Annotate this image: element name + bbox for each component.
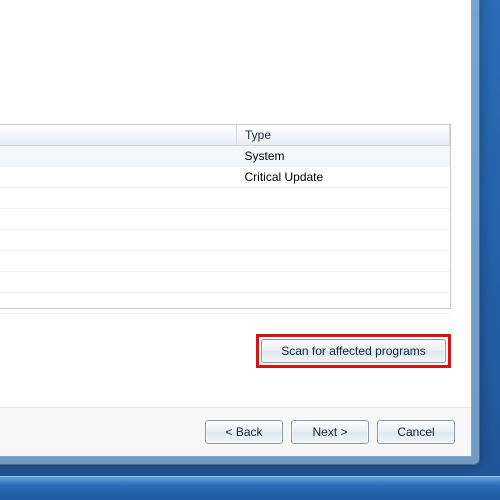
column-header-description[interactable]: Description	[0, 125, 236, 146]
scan-button-highlight: Scan for affected programs	[256, 334, 451, 368]
table-row-empty: .	[0, 230, 450, 251]
table-row[interactable]: Automatic Restore Point System	[0, 146, 450, 167]
wizard-page: How do I choose a restore point? :00 Des…	[0, 0, 471, 407]
table-row-empty: .	[0, 209, 450, 230]
next-button[interactable]: Next >	[291, 420, 369, 444]
column-header-type[interactable]: Type	[236, 125, 449, 146]
table-header-row[interactable]: Description Type	[0, 125, 450, 146]
window-client-area: How do I choose a restore point? :00 Des…	[0, 0, 472, 457]
cell-type: Critical Update	[236, 167, 449, 188]
cell-description: Windows Update	[0, 167, 236, 188]
back-button[interactable]: < Back	[205, 420, 283, 444]
cell-type: System	[236, 146, 449, 167]
table-row-empty: .	[0, 293, 450, 314]
desktop-background: How do I choose a restore point? :00 Des…	[0, 0, 500, 500]
taskbar[interactable]	[0, 476, 500, 500]
table-row-empty: .	[0, 251, 450, 272]
restore-points-table[interactable]: Description Type Automatic Restore Point…	[0, 124, 451, 309]
cell-description: Automatic Restore Point	[0, 146, 236, 167]
cancel-button[interactable]: Cancel	[377, 420, 455, 444]
table-row[interactable]: Windows Update Critical Update	[0, 167, 450, 188]
options-row: s Scan for affected programs	[0, 334, 451, 368]
system-restore-window: How do I choose a restore point? :00 Des…	[0, 0, 480, 465]
scan-affected-programs-button[interactable]: Scan for affected programs	[261, 339, 446, 363]
wizard-footer: < Back Next > Cancel	[0, 407, 471, 456]
table-row-empty: .	[0, 188, 450, 209]
table-row-empty: .	[0, 272, 450, 293]
